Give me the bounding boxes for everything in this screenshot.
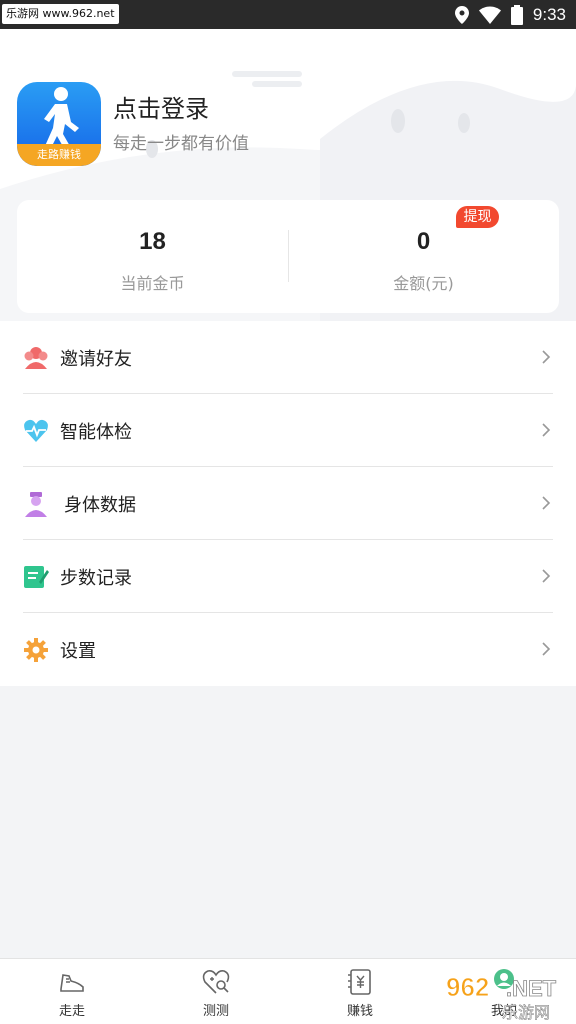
nav-tab-earn[interactable]: 赚钱 bbox=[288, 959, 432, 1024]
nav-label: 走走 bbox=[58, 1004, 85, 1019]
menu-list: 邀请好友 智能体检 身体数据 步数记录 设置 bbox=[0, 321, 576, 686]
menu-label: 步数记录 bbox=[60, 568, 132, 589]
chevron-right-icon bbox=[542, 496, 551, 510]
app-logo[interactable]: 走路赚钱 bbox=[17, 82, 101, 166]
heart-pulse-icon bbox=[24, 419, 48, 442]
notebook-icon bbox=[24, 566, 49, 588]
amount-stat[interactable]: 0 金额(元) bbox=[288, 200, 559, 313]
clock-time: 9:33 bbox=[532, 4, 566, 24]
location-icon bbox=[454, 5, 469, 24]
svg-text:乐游网: 乐游网 bbox=[502, 1003, 550, 1022]
menu-label: 身体数据 bbox=[64, 495, 136, 516]
menu-label: 设置 bbox=[60, 641, 96, 662]
nav-label: 赚钱 bbox=[346, 1004, 373, 1019]
svg-text:.NET: .NET bbox=[506, 976, 557, 1001]
menu-item-health-check[interactable]: 智能体检 bbox=[0, 394, 576, 467]
watermark-logo: 962 .NET 乐游网 bbox=[446, 972, 558, 1022]
amount-label: 金额(元) bbox=[393, 274, 454, 293]
menu-item-step-records[interactable]: 步数记录 bbox=[0, 540, 576, 613]
coins-label: 当前金币 bbox=[120, 274, 185, 293]
battery-icon bbox=[510, 4, 523, 25]
chevron-right-icon bbox=[542, 350, 551, 364]
menu-label: 邀请好友 bbox=[60, 349, 132, 370]
money-book-icon bbox=[348, 969, 371, 995]
gear-icon bbox=[24, 638, 48, 662]
invite-friends-icon bbox=[24, 347, 48, 369]
chevron-right-icon bbox=[542, 423, 551, 437]
nav-tab-test[interactable]: 测测 bbox=[144, 959, 288, 1024]
doctor-icon bbox=[25, 492, 47, 517]
menu-label: 智能体检 bbox=[60, 422, 132, 443]
status-bar: 乐游网 www.962.net 9:33 bbox=[0, 0, 576, 29]
menu-item-invite-friends[interactable]: 邀请好友 bbox=[0, 321, 576, 394]
withdraw-button[interactable]: 提现 bbox=[456, 206, 499, 228]
svg-text:962: 962 bbox=[446, 972, 489, 1002]
nav-tab-walk[interactable]: 走走 bbox=[0, 959, 144, 1024]
amount-value: 0 bbox=[416, 228, 431, 255]
login-link[interactable]: 点击登录 bbox=[113, 89, 209, 124]
menu-item-body-data[interactable]: 身体数据 bbox=[0, 467, 576, 540]
profile-subtitle: 每走一步都有价值 bbox=[113, 134, 249, 154]
heart-search-icon bbox=[202, 970, 230, 994]
nav-label: 测测 bbox=[202, 1004, 229, 1019]
app-logo-banner: 走路赚钱 bbox=[17, 144, 101, 166]
wifi-icon bbox=[478, 6, 501, 24]
menu-item-settings[interactable]: 设置 bbox=[0, 613, 576, 686]
shoe-icon bbox=[60, 974, 84, 992]
watermark-label: 乐游网 www.962.net bbox=[2, 4, 119, 24]
chevron-right-icon bbox=[542, 569, 551, 583]
coins-value: 18 bbox=[139, 228, 166, 255]
chevron-right-icon bbox=[542, 642, 551, 656]
coins-stat[interactable]: 18 当前金币 bbox=[17, 200, 288, 313]
